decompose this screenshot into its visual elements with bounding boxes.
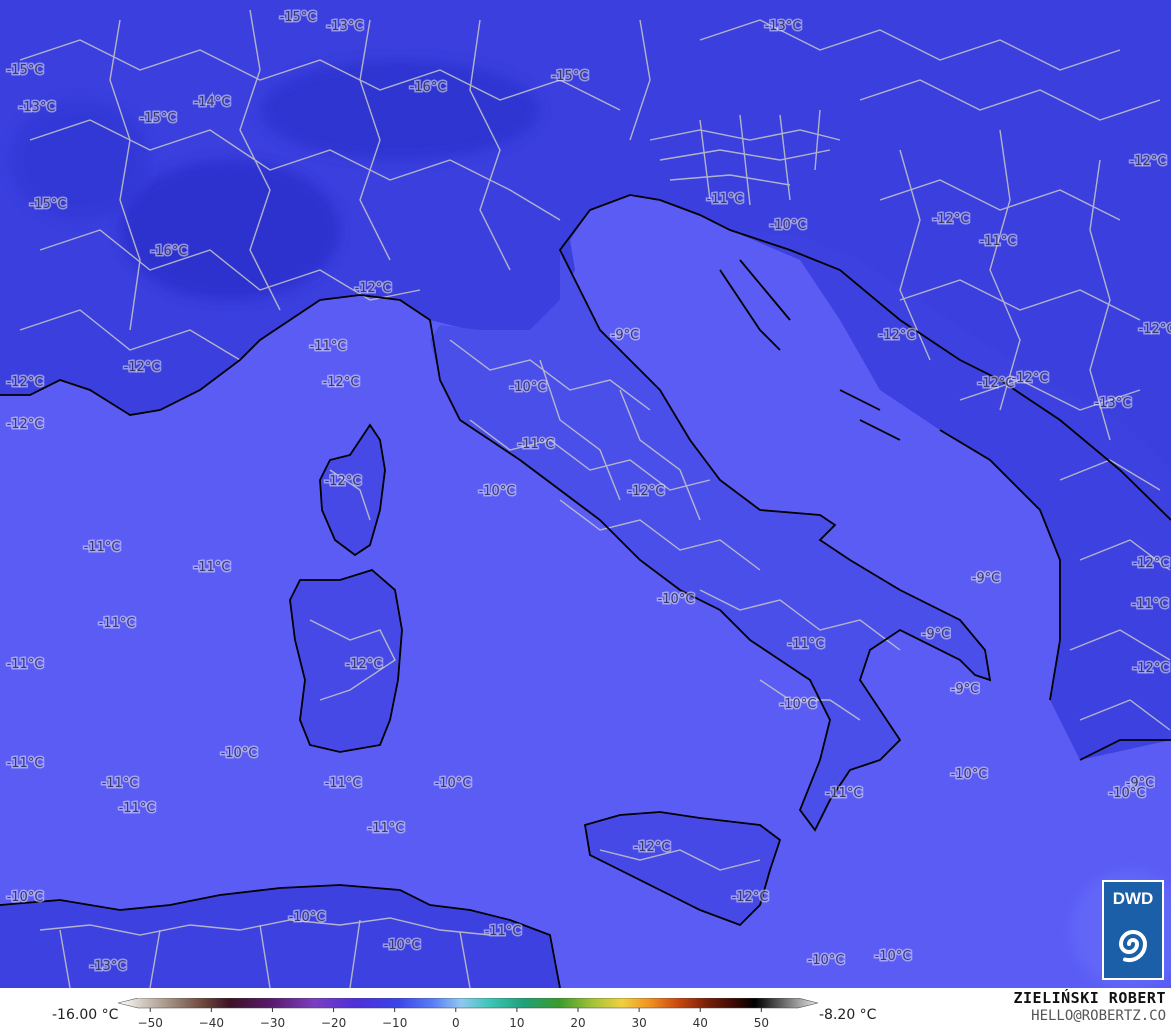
temperature-label: -16°C: [410, 80, 447, 95]
temperature-label: -11°C: [707, 192, 744, 207]
temperature-label: -15°C: [140, 111, 177, 126]
scale-tick-label: 20: [570, 1016, 585, 1030]
temperature-label: -11°C: [194, 560, 231, 575]
temperature-label: -12°C: [1012, 371, 1049, 386]
temperature-label: -11°C: [485, 924, 522, 939]
temperature-label: -11°C: [310, 339, 347, 354]
temperature-label: -11°C: [788, 637, 825, 652]
temperature-label: -11°C: [826, 786, 863, 801]
temperature-label: -11°C: [7, 756, 44, 771]
dwd-logo: DWD: [1102, 880, 1164, 980]
temperature-label: -10°C: [658, 592, 695, 607]
temperature-label: -10°C: [770, 218, 807, 233]
temperature-label: -13°C: [1095, 396, 1132, 411]
temperature-label: -15°C: [7, 63, 44, 78]
temperature-label: -12°C: [124, 360, 161, 375]
dwd-logo-text: DWD: [1113, 889, 1154, 908]
temperature-label: -15°C: [552, 69, 589, 84]
temperature-label: -12°C: [346, 657, 383, 672]
temperature-label: -11°C: [84, 540, 121, 555]
temperature-label: -11°C: [102, 776, 139, 791]
scale-ticks: −50 −40 −30 −20 −10 0 10 20 30 40 50: [138, 1008, 769, 1030]
temperature-label: -12°C: [1139, 322, 1171, 337]
temperature-label: -12°C: [628, 484, 665, 499]
scale-tick-label: 30: [631, 1016, 646, 1030]
temperature-label: -10°C: [510, 380, 547, 395]
temperature-label: -10°C: [808, 953, 845, 968]
legend-max-label: -8.20 °C: [819, 1007, 877, 1023]
temperature-label: -13°C: [90, 959, 127, 974]
temperature-label: -12°C: [978, 376, 1015, 391]
temperature-label: -10°C: [875, 949, 912, 964]
temperature-label: -11°C: [99, 616, 136, 631]
temperature-label: -12°C: [634, 840, 671, 855]
temperature-label: -9°C: [611, 328, 640, 343]
scale-tick-label: −10: [382, 1016, 407, 1030]
temperature-label: -15°C: [30, 197, 67, 212]
temperature-label: -9°C: [922, 627, 951, 642]
temperature-label: -16°C: [151, 244, 188, 259]
temperature-label: -11°C: [325, 776, 362, 791]
temperature-label: -11°C: [1132, 597, 1169, 612]
temperature-label: -10°C: [435, 776, 472, 791]
temperature-label: -11°C: [518, 437, 555, 452]
alpine-cold-patch: [120, 160, 340, 300]
temperature-label: -11°C: [119, 801, 156, 816]
temperature-map: -15°C -13°C -13°C -15°C -15°C -16°C -13°C -14°C…: [0, 0, 1171, 988]
temperature-label: -12°C: [1133, 661, 1170, 676]
temperature-label: -13°C: [765, 19, 802, 34]
temperature-label: -11°C: [368, 821, 405, 836]
scale-tick-label: −20: [321, 1016, 346, 1030]
temperature-label: -12°C: [325, 474, 362, 489]
color-scale-bar: [118, 998, 818, 1009]
temperature-label: -12°C: [879, 328, 916, 343]
temperature-label: -10°C: [384, 938, 421, 953]
temperature-label: -11°C: [7, 657, 44, 672]
temperature-label: -12°C: [732, 890, 769, 905]
scale-tick-label: −30: [260, 1016, 285, 1030]
scale-tick-label: −50: [138, 1016, 163, 1030]
temperature-label: -10°C: [221, 746, 258, 761]
color-scale: −50 −40 −30 −20 −10 0 10 20 30 40 50: [118, 998, 818, 1030]
credit-name: ZIELIŃSKI ROBERT: [1013, 989, 1166, 1007]
legend-bar: -16.00 °C −50 −40 −30 −20 −10 0 10 20 30…: [0, 988, 1171, 1035]
temperature-label: -10°C: [951, 767, 988, 782]
credit-email[interactable]: HELLO@ROBERTZ.CO: [1014, 1008, 1166, 1024]
temperature-label: -13°C: [19, 100, 56, 115]
scale-tick-label: 0: [452, 1016, 460, 1030]
temperature-label: -12°C: [323, 375, 360, 390]
temperature-label: -12°C: [933, 212, 970, 227]
temperature-label: -10°C: [1109, 786, 1146, 801]
temperature-label: -14°C: [194, 95, 231, 110]
temperature-label: -13°C: [327, 19, 364, 34]
temperature-label: -12°C: [355, 281, 392, 296]
temperature-label: -10°C: [780, 697, 817, 712]
temperature-label: -10°C: [7, 890, 44, 905]
temperature-label: -12°C: [1130, 154, 1167, 169]
temperature-label: -12°C: [7, 417, 44, 432]
temperature-label: -15°C: [280, 10, 317, 25]
temperature-label: -10°C: [289, 910, 326, 925]
temperature-label: -9°C: [972, 571, 1001, 586]
scale-tick-label: 50: [754, 1016, 769, 1030]
temperature-label: -11°C: [980, 234, 1017, 249]
temperature-label: -12°C: [1133, 556, 1170, 571]
scale-tick-label: −40: [199, 1016, 224, 1030]
legend-min-label: -16.00 °C: [52, 1007, 119, 1023]
temperature-label: -12°C: [7, 375, 44, 390]
temperature-label: -10°C: [479, 484, 516, 499]
scale-tick-label: 10: [509, 1016, 524, 1030]
scale-tick-label: 40: [693, 1016, 708, 1030]
credit-block: ZIELIŃSKI ROBERT HELLO@ROBERTZ.CO: [1014, 989, 1167, 1024]
temperature-label: -9°C: [951, 682, 980, 697]
